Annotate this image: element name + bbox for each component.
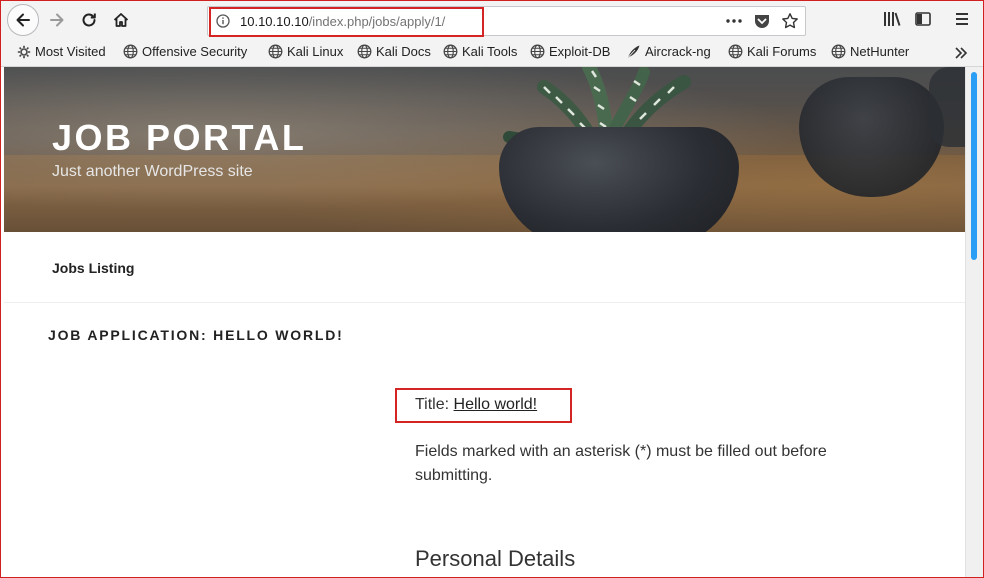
library-icon[interactable] [882,10,902,33]
site-header-image: JOB PORTAL Just another WordPress site [4,67,965,232]
chevron-double-right-icon[interactable] [953,45,969,66]
home-button[interactable] [105,4,137,36]
feather-icon [628,45,640,58]
home-icon [113,13,129,27]
site-title[interactable]: JOB PORTAL [52,117,306,159]
required-fields-note: Fields marked with an asterisk (*) must … [415,443,827,484]
page-scrollbar[interactable] [965,67,984,578]
globe-icon [123,44,138,59]
title-highlight-box [395,388,572,423]
globe-icon [831,44,846,59]
header-pot-edge [929,67,965,147]
site-description: Just another WordPress site [52,163,253,180]
sidebar-icon[interactable] [914,10,932,33]
scroll-thumb[interactable] [971,72,977,260]
reload-button[interactable] [73,4,105,36]
bookmark-kali-docs[interactable]: Kali Docs [357,44,431,59]
bookmark-exploit-db[interactable]: Exploit-DB [530,44,610,59]
bookmarks-bar: Most Visited Offensive Security Kali Lin… [0,40,984,67]
globe-icon [530,44,545,59]
bookmark-star-icon[interactable] [781,12,799,35]
bookmark-label: Offensive Security [142,44,248,59]
bookmark-label: Exploit-DB [549,44,611,59]
arrow-right-icon [50,13,64,27]
bookmark-nethunter[interactable]: NetHunter [831,44,909,59]
bookmark-label: Most Visited [35,44,106,59]
forward-button[interactable] [41,4,73,36]
bookmark-kali-tools[interactable]: Kali Tools [443,44,517,59]
page-actions-icon[interactable] [725,13,743,34]
header-pot [499,127,739,232]
bookmark-most-visited[interactable]: Most Visited [17,44,106,59]
personal-details-heading: Personal Details [415,546,576,571]
globe-icon [728,44,743,59]
bookmark-kali-linux[interactable]: Kali Linux [268,44,343,59]
bookmark-label: Kali Docs [376,44,431,59]
bookmark-offensive-security[interactable]: Offensive Security [123,44,247,59]
globe-icon [443,44,458,59]
bookmark-kali-forums[interactable]: Kali Forums [728,44,816,59]
nav-jobs-listing[interactable]: Jobs Listing [52,260,134,276]
entry-title: JOB APPLICATION: HELLO WORLD! [48,327,344,343]
site-navigation: Jobs Listing [4,232,965,303]
bookmark-label: Kali Linux [287,44,344,59]
back-button[interactable] [7,4,39,36]
gear-icon [17,45,31,58]
web-page: JOB PORTAL Just another WordPress site J… [4,67,965,578]
bookmark-label: Aircrack-ng [645,44,711,59]
bookmark-label: Kali Tools [462,44,518,59]
browser-toolbar: 10.10.10.10/index.php/jobs/apply/1/ [0,0,984,40]
hamburger-icon[interactable] [954,10,970,33]
globe-icon [268,44,283,59]
globe-icon [357,44,372,59]
reload-icon [82,13,96,27]
pocket-icon[interactable] [753,13,771,34]
arrow-left-icon [16,13,30,27]
url-highlight-box [209,7,484,37]
bookmark-label: NetHunter [850,44,910,59]
bookmark-label: Kali Forums [747,44,817,59]
bookmark-aircrack-ng[interactable]: Aircrack-ng [626,44,711,59]
